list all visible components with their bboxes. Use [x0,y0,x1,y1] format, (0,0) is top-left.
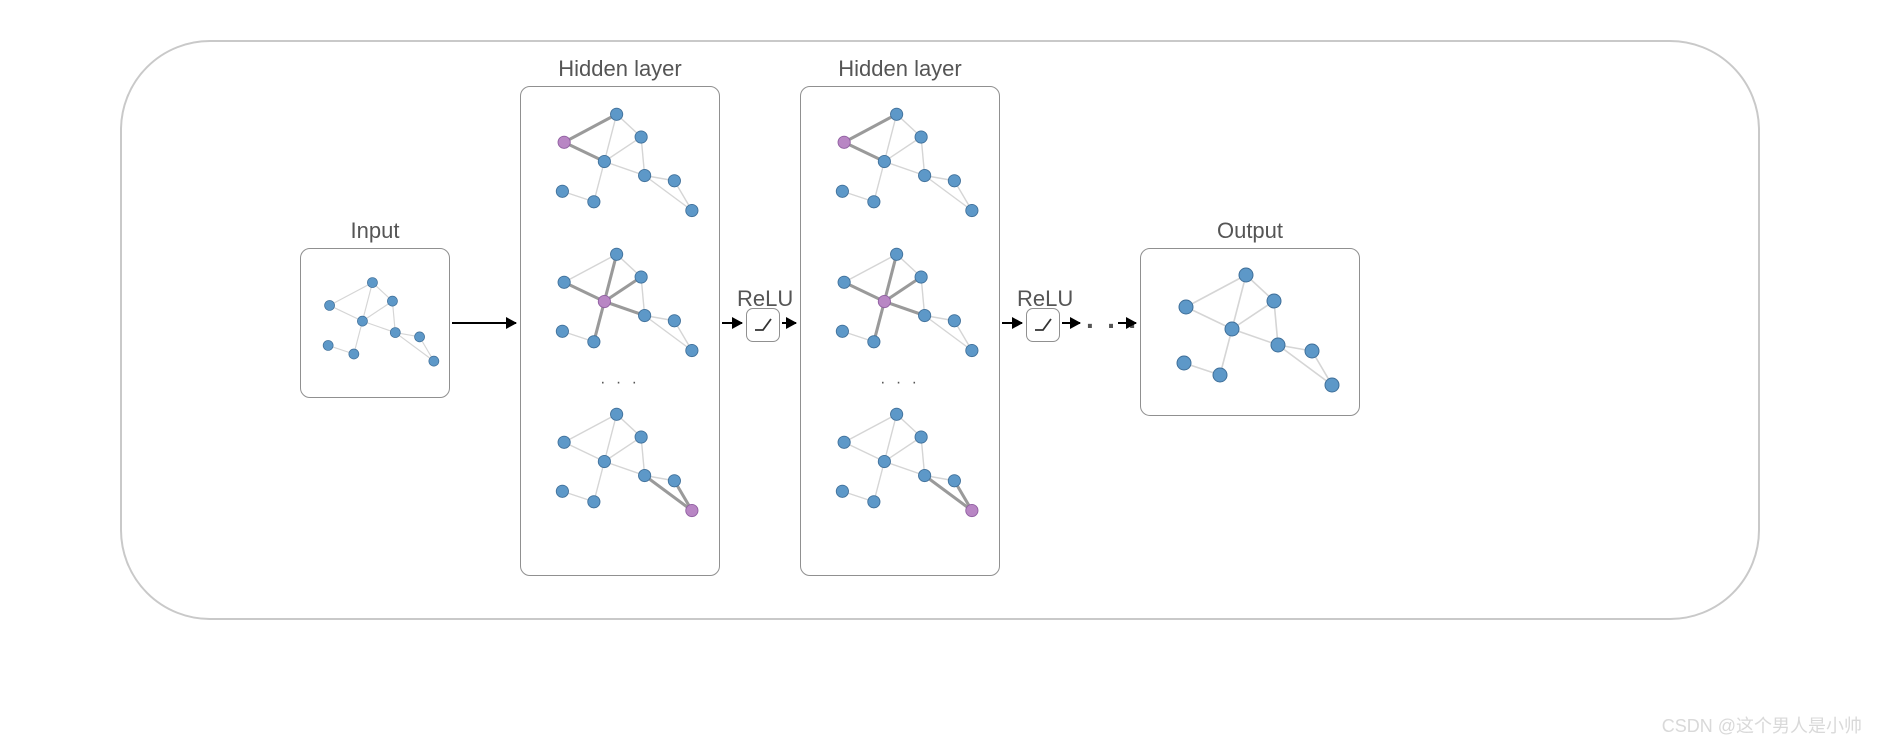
arrow-to-output [1118,322,1136,324]
hidden2-graph-3 [805,395,997,535]
hidden1-ellipsis: · · · [525,375,715,395]
relu-icon [1032,314,1054,336]
arrow-relu1-to-hidden2 [782,322,796,324]
output-label: Output [1140,218,1360,244]
relu-2-box [1026,308,1060,342]
input-box [300,248,450,398]
arrow-hidden2-to-relu2-a [1002,322,1022,324]
hidden1-graph-1 [525,95,717,235]
hidden2-graph-2 [805,235,997,375]
arrow-input-to-hidden1 [452,322,516,324]
relu-icon [752,314,774,336]
input-graph [301,249,451,399]
hidden1-graph-3 [525,395,717,535]
output-box [1140,248,1360,416]
watermark: CSDN @这个男人是小帅 [1662,712,1862,738]
hidden-layer-1-label: Hidden layer [520,56,720,82]
hidden2-graph-1 [805,95,997,235]
hidden2-ellipsis: · · · [805,375,995,395]
arrow-relu2-out [1062,322,1080,324]
relu-1-box [746,308,780,342]
input-label: Input [300,218,450,244]
hidden1-graph-2 [525,235,717,375]
hidden-layer-2-label: Hidden layer [800,56,1000,82]
arrow-hidden1-to-relu1-a [722,322,742,324]
hidden-layer-2-box: · · · [800,86,1000,576]
hidden-layer-1-box: · · · [520,86,720,576]
output-graph [1141,249,1361,417]
